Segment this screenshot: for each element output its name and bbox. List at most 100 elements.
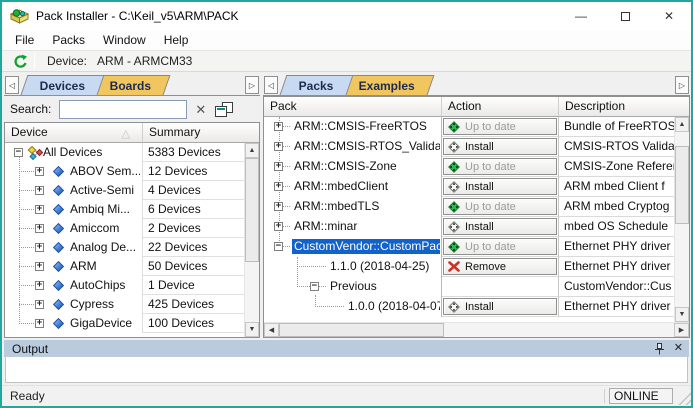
tree-expander[interactable]: +	[274, 122, 283, 131]
tree-expander[interactable]: +	[35, 243, 44, 252]
scroll-up-icon[interactable]: ▲	[245, 143, 259, 158]
tab-devices[interactable]: Devices	[21, 75, 105, 95]
close-button[interactable]: ✕	[647, 2, 691, 30]
tree-expander[interactable]: +	[274, 222, 283, 231]
device-cell: + Active-Semi	[5, 181, 143, 200]
pack-table-vscrollbar[interactable]: ▲ ▼	[674, 117, 689, 322]
scrollbar-track[interactable]	[245, 262, 259, 322]
tree-expander[interactable]: +	[35, 224, 44, 233]
maximize-button[interactable]	[603, 2, 647, 30]
collapse-windows-icon[interactable]	[215, 102, 233, 117]
column-header-action[interactable]: Action	[442, 97, 559, 117]
action-button[interactable]: Up to date	[443, 238, 557, 255]
action-button[interactable]: Install	[443, 138, 557, 155]
up-to-date-icon	[448, 161, 460, 173]
tree-expander[interactable]: +	[274, 182, 283, 191]
action-label: Install	[465, 141, 494, 153]
device-tree-row[interactable]: + AutoChips 1 Device	[5, 276, 259, 295]
left-tabs-next-icon[interactable]: ▷	[245, 76, 259, 94]
device-tree-row[interactable]: + ABOV Sem... 12 Devices	[5, 162, 259, 181]
scroll-left-icon[interactable]: ◀	[264, 323, 279, 337]
left-tabs-prev-icon[interactable]: ◁	[5, 76, 19, 94]
tab-examples[interactable]: Examples	[339, 75, 434, 95]
tree-expander[interactable]: +	[274, 162, 283, 171]
action-button[interactable]: Install	[443, 218, 557, 235]
pack-table-row[interactable]: + ARM::CMSIS-RTOS_Validation Install CMS…	[264, 137, 689, 157]
pack-table-row[interactable]: 1.1.0 (2018-04-25) Remove Ethernet PHY d…	[264, 257, 689, 277]
menu-packs[interactable]: Packs	[43, 30, 94, 50]
tree-expander[interactable]: +	[35, 205, 44, 214]
pack-table-row[interactable]: + ARM::mbedTLS Up to date ARM mbed Crypt…	[264, 197, 689, 217]
scroll-down-icon[interactable]: ▼	[245, 322, 259, 337]
refresh-button[interactable]	[8, 52, 30, 70]
tree-expander[interactable]: +	[35, 300, 44, 309]
tree-expander[interactable]: −	[14, 148, 23, 157]
device-tree-row[interactable]: + Analog De... 22 Devices	[5, 238, 259, 257]
pack-table-row[interactable]: + ARM::CMSIS-Zone Up to date CMSIS-Zone …	[264, 157, 689, 177]
resize-grip-icon[interactable]	[675, 387, 691, 405]
minimize-button[interactable]: —	[559, 2, 603, 30]
action-button[interactable]: Install	[443, 178, 557, 195]
tree-expander[interactable]: +	[35, 167, 44, 176]
menu-help[interactable]: Help	[155, 30, 198, 50]
search-input[interactable]	[60, 101, 221, 118]
action-button[interactable]: Remove	[443, 258, 557, 275]
right-tabs-next-icon[interactable]: ▷	[675, 76, 689, 94]
tab-packs[interactable]: Packs	[280, 75, 354, 95]
action-button[interactable]: Up to date	[443, 198, 557, 215]
tree-expander[interactable]: −	[310, 282, 319, 291]
device-tree-row[interactable]: + ARM 50 Devices	[5, 257, 259, 276]
pack-name: ARM::CMSIS-RTOS_Validation	[292, 139, 440, 154]
column-header-pack[interactable]: Pack	[264, 97, 442, 117]
pack-table-row[interactable]: + ARM::mbedClient Install ARM mbed Clien…	[264, 177, 689, 197]
column-header-description[interactable]: Description	[559, 97, 689, 117]
output-close-icon[interactable]: ✕	[674, 343, 683, 354]
action-button[interactable]: Up to date	[443, 118, 557, 135]
menu-window[interactable]: Window	[94, 30, 155, 50]
device-tree-row[interactable]: + Amiccom 2 Devices	[5, 219, 259, 238]
pack-table-hscrollbar[interactable]: ◀ ▶	[264, 322, 689, 337]
scrollbar-thumb[interactable]	[675, 146, 689, 224]
pack-table-row[interactable]: + ARM::CMSIS-FreeRTOS Up to date Bundle …	[264, 117, 689, 137]
vendor-icon	[53, 242, 64, 253]
column-header-summary[interactable]: Summary	[143, 123, 259, 143]
action-button[interactable]: Up to date	[443, 158, 557, 175]
tree-expander[interactable]: +	[35, 186, 44, 195]
device-tree-row[interactable]: + Active-Semi 4 Devices	[5, 181, 259, 200]
scroll-right-icon[interactable]: ▶	[674, 323, 689, 337]
device-tree-row[interactable]: + Cypress 425 Devices	[5, 295, 259, 314]
device-tree-row[interactable]: + GigaDevice 100 Devices	[5, 314, 259, 333]
device-table-vscrollbar[interactable]: ▲ ▼	[244, 143, 259, 337]
device-tree-row[interactable]: − All Devices 5383 Devices	[5, 143, 259, 162]
search-combobox[interactable]: ▼	[59, 100, 187, 119]
pin-icon[interactable]	[654, 343, 665, 355]
tree-expander[interactable]: +	[35, 262, 44, 271]
scrollbar-track[interactable]	[675, 224, 689, 307]
pack-table-row[interactable]: 1.0.0 (2018-04-07) Install Ethernet PHY …	[264, 297, 689, 317]
tree-expander[interactable]: +	[35, 319, 44, 328]
tree-expander[interactable]: +	[274, 202, 283, 211]
scroll-up-icon[interactable]: ▲	[675, 117, 689, 132]
tab-boards-label: Boards	[110, 79, 151, 93]
column-header-device[interactable]: Device △	[5, 123, 143, 143]
tree-expander[interactable]: +	[274, 142, 283, 151]
scroll-down-icon[interactable]: ▼	[675, 307, 689, 322]
pack-table-row[interactable]: − CustomVendor::CustomPack Up to date Et…	[264, 237, 689, 257]
scrollbar-thumb[interactable]	[245, 158, 259, 262]
scrollbar-track[interactable]	[675, 132, 689, 146]
scrollbar-thumb[interactable]	[279, 323, 444, 337]
all-devices-icon	[27, 146, 43, 160]
device-tree-row[interactable]: + Ambiq Mi... 6 Devices	[5, 200, 259, 219]
scrollbar-track[interactable]	[444, 323, 674, 337]
pack-tree: + ARM::CMSIS-FreeRTOS Up to date Bundle …	[264, 117, 689, 322]
device-summary: 1 Device	[143, 276, 259, 295]
pack-table-row[interactable]: − Previous CustomVendor::Cus	[264, 277, 689, 297]
tree-expander[interactable]: +	[35, 281, 44, 290]
pack-table-row[interactable]: + ARM::minar Install mbed OS Schedule	[264, 217, 689, 237]
right-tabs-prev-icon[interactable]: ◁	[264, 76, 278, 94]
menu-file[interactable]: File	[6, 30, 43, 50]
left-tabstrip: ◁ Devices Boards ▷	[4, 74, 260, 96]
tree-expander[interactable]: −	[274, 242, 283, 251]
action-button[interactable]: Install	[443, 298, 557, 315]
device-cell: + Ambiq Mi...	[5, 200, 143, 219]
